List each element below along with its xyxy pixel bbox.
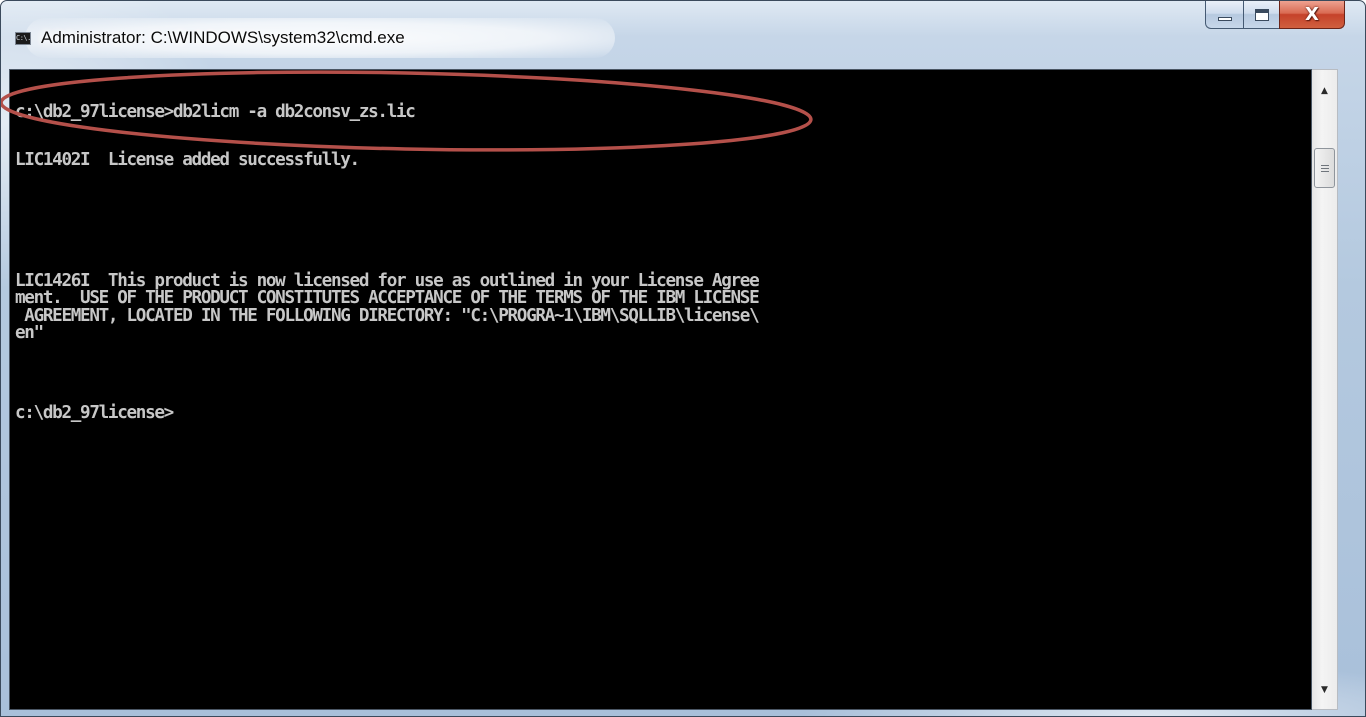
window-controls: X xyxy=(1205,1,1345,31)
console-line-prompt: c:\db2_97license> xyxy=(15,403,174,423)
vertical-scrollbar[interactable]: ▲ ▼ xyxy=(1312,69,1338,710)
close-button[interactable]: X xyxy=(1279,1,1345,29)
maximize-icon xyxy=(1254,8,1269,21)
console-output[interactable]: c:\db2_97license>db2licm -a db2consv_zs.… xyxy=(9,69,1312,710)
minimize-icon xyxy=(1217,17,1232,21)
console-line-license-info-2: ment. USE OF THE PRODUCT CONSTITUTES ACC… xyxy=(15,288,760,308)
cmd-icon[interactable]: C:\. xyxy=(15,32,31,45)
scroll-down-arrow-icon[interactable]: ▼ xyxy=(1312,679,1337,701)
cmd-window: C:\. Administrator: C:\WINDOWS\system32\… xyxy=(0,0,1366,717)
close-icon: X xyxy=(1305,4,1319,25)
console-line-command: c:\db2_97license>db2licm -a db2consv_zs.… xyxy=(15,102,416,122)
window-title: Administrator: C:\WINDOWS\system32\cmd.e… xyxy=(41,28,405,47)
grip-icon xyxy=(1320,164,1329,172)
minimize-button[interactable] xyxy=(1205,1,1243,29)
maximize-button[interactable] xyxy=(1243,1,1279,29)
title-bar[interactable]: C:\. Administrator: C:\WINDOWS\system32\… xyxy=(1,1,1365,69)
console-line-license-added: LIC1402I License added successfully. xyxy=(15,150,360,170)
scroll-up-arrow-icon[interactable]: ▲ xyxy=(1312,80,1337,102)
scrollbar-thumb[interactable] xyxy=(1314,148,1335,188)
console-line-license-info-4: en" xyxy=(15,323,44,343)
console-line-license-info-3: AGREEMENT, LOCATED IN THE FOLLOWING DIRE… xyxy=(15,306,759,326)
